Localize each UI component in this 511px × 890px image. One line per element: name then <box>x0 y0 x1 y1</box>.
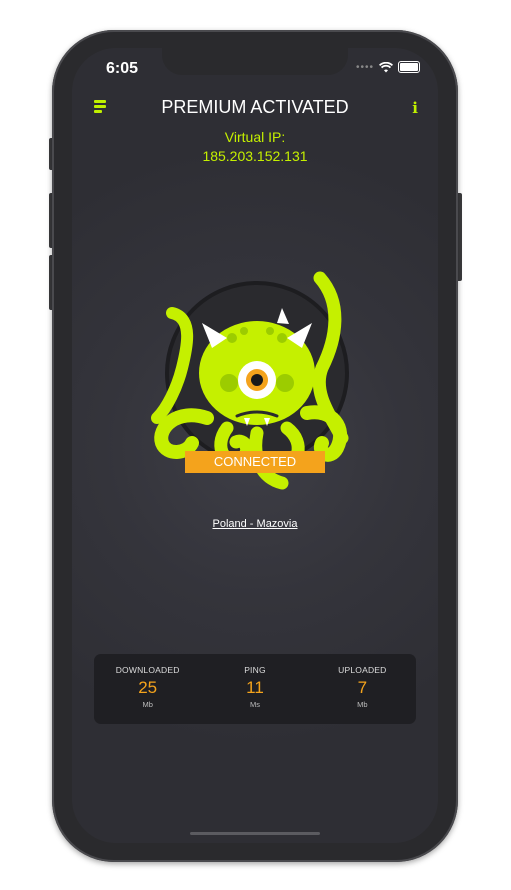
app-screen: 6:05 •••• PREMIUM ACTIVATED i Virtual IP… <box>72 48 438 843</box>
virtual-ip-value: 185.203.152.131 <box>202 148 308 164</box>
stat-unit: Ms <box>249 700 260 709</box>
page-title: PREMIUM ACTIVATED <box>161 97 349 117</box>
stat-unit: Mb <box>142 700 153 709</box>
virtual-ip-label: Virtual IP: <box>224 129 286 145</box>
notch <box>162 48 348 75</box>
stats-panel: DOWNLOADED 25 Mb PING 11 Ms UPLOADED 7 M… <box>94 654 416 724</box>
signal-dots-icon: •••• <box>355 61 374 73</box>
home-indicator[interactable] <box>190 832 320 835</box>
wifi-icon <box>379 61 393 72</box>
stat-label: DOWNLOADED <box>115 665 180 675</box>
stat-label: UPLOADED <box>338 665 387 675</box>
status-icons: •••• <box>356 61 420 73</box>
stat-unit: Mb <box>357 700 368 709</box>
stat-value: 11 <box>246 678 264 697</box>
stat-value: 7 <box>357 678 368 697</box>
location-link[interactable]: Poland - Mazovia <box>72 518 438 530</box>
info-icon[interactable]: i <box>412 99 418 117</box>
connection-status-badge: CONNECTED <box>185 451 325 473</box>
stat-ping: PING 11 Ms <box>201 654 308 724</box>
stat-label: PING <box>244 665 266 675</box>
stat-downloaded: DOWNLOADED 25 Mb <box>94 654 201 724</box>
status-time: 6:05 <box>106 60 139 77</box>
stat-uploaded: UPLOADED 7 Mb <box>309 654 416 724</box>
stat-value: 25 <box>138 678 158 697</box>
battery-icon <box>398 61 420 73</box>
